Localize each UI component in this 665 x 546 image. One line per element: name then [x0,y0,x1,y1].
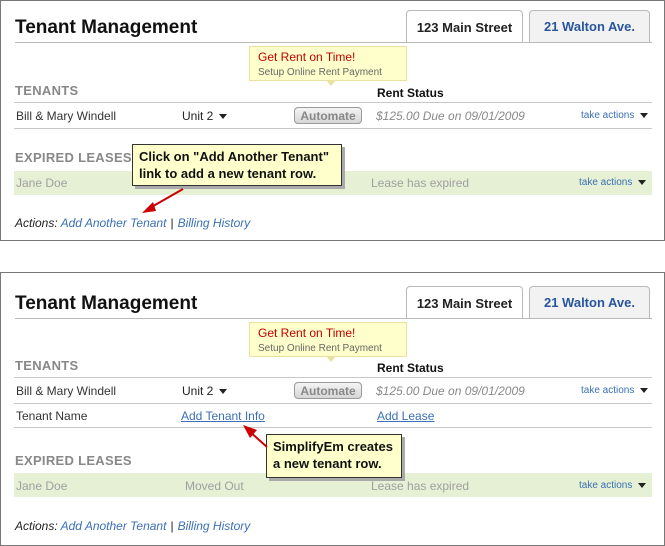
tenant-management-panel-after: Tenant Management 123 Main Street 21 Wal… [0,272,665,546]
red-arrow-icon [142,188,184,213]
red-arrow-icon [243,425,268,448]
tenant-management-panel-before: Tenant Management 123 Main Street 21 Wal… [0,0,665,241]
